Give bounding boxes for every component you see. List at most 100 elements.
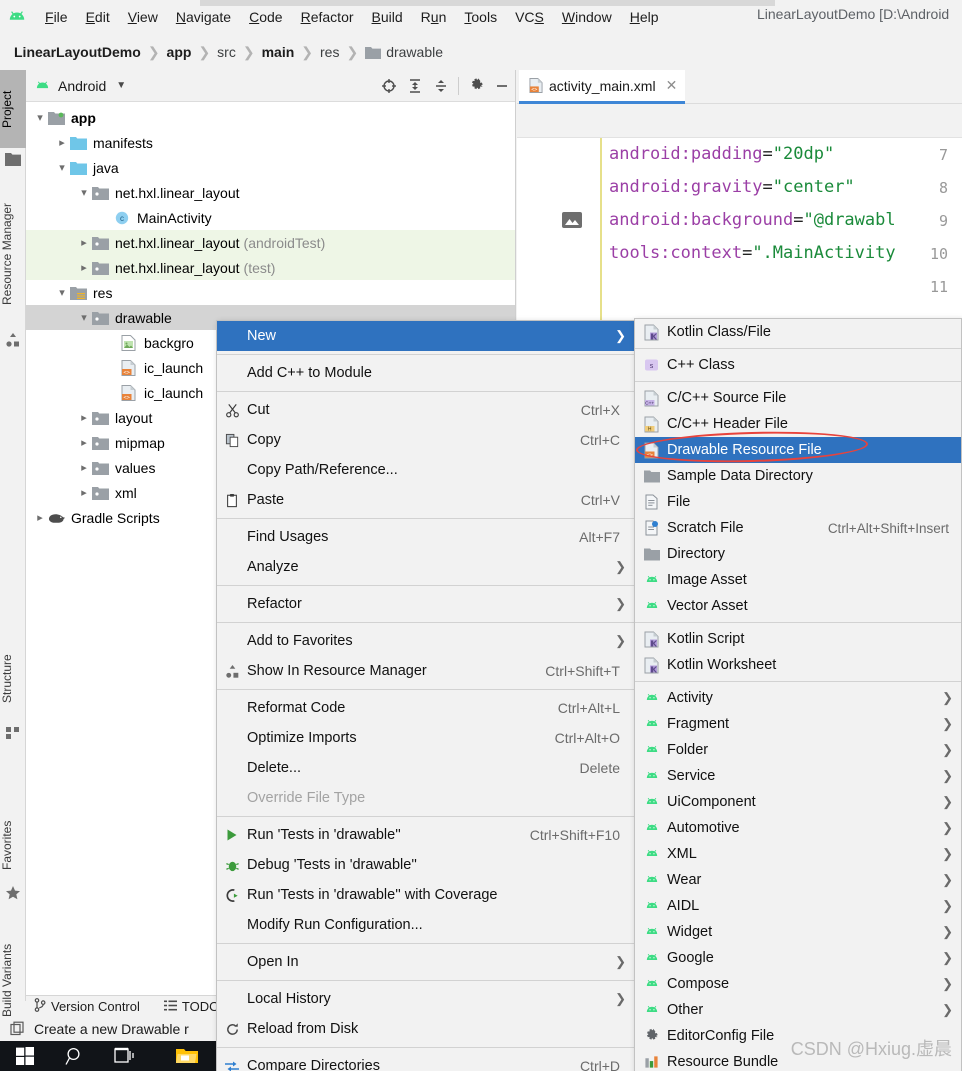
menu-code[interactable]: Code [240, 7, 291, 27]
menu-view[interactable]: View [119, 7, 167, 27]
submenu-item-activity[interactable]: Activity ❯ [635, 685, 961, 711]
menu-item-optimize-imports[interactable]: Optimize Imports Ctrl+Alt+O [217, 723, 634, 753]
tree-row-manifests[interactable]: ▸ manifests [26, 130, 515, 155]
file-explorer-icon[interactable] [162, 1041, 212, 1071]
breadcrumb-item-res[interactable]: res [320, 44, 339, 60]
sidebar-tab-resource-manager[interactable]: Resource Manager [0, 180, 26, 328]
select-opened-file-icon[interactable] [376, 73, 402, 99]
submenu-item-vector-asset[interactable]: Vector Asset [635, 593, 961, 619]
menu-edit[interactable]: Edit [77, 7, 119, 27]
todo-tool-window[interactable]: TODO [163, 999, 219, 1015]
chevron-down-icon[interactable]: ▾ [76, 186, 92, 199]
menu-item-copy-path-reference[interactable]: Copy Path/Reference... [217, 455, 634, 485]
submenu-item-drawable-resource-file[interactable]: <> Drawable Resource File [635, 437, 961, 463]
breadcrumb-item-project[interactable]: LinearLayoutDemo [14, 44, 141, 60]
chevron-down-icon[interactable]: ▾ [76, 311, 92, 324]
tree-row-package-main[interactable]: ▾ net.hxl.linear_layout [26, 180, 515, 205]
breadcrumb-item-src[interactable]: src [217, 44, 236, 60]
menu-item-copy[interactable]: Copy Ctrl+C [217, 425, 634, 455]
task-view-icon[interactable] [100, 1041, 150, 1071]
menu-file[interactable]: File [36, 7, 77, 27]
sidebar-tab-project[interactable]: Project [0, 70, 26, 148]
menu-item-delete[interactable]: Delete... Delete [217, 753, 634, 783]
breadcrumb-item-main[interactable]: main [262, 44, 295, 60]
menu-item-new[interactable]: New ❯ [217, 321, 634, 351]
submenu-item-image-asset[interactable]: Image Asset [635, 567, 961, 593]
submenu-item-kotlin-script[interactable]: Kotlin Script [635, 626, 961, 652]
image-preview-icon[interactable] [561, 211, 583, 229]
submenu-item-aidl[interactable]: AIDL ❯ [635, 893, 961, 919]
menu-refactor[interactable]: Refactor [292, 7, 363, 27]
menu-item-analyze[interactable]: Analyze ❯ [217, 552, 634, 582]
new-submenu[interactable]: Kotlin Class/File s C++ Class C++ C/C++ … [634, 318, 962, 1071]
submenu-item-other[interactable]: Other ❯ [635, 997, 961, 1023]
editor-tab-activity-main-xml[interactable]: <> activity_main.xml ✕ [519, 70, 686, 104]
breadcrumb-item-drawable[interactable]: drawable [386, 44, 443, 60]
chevron-right-icon[interactable]: ▸ [76, 436, 92, 449]
close-icon[interactable]: ✕ [666, 77, 678, 94]
chevron-right-icon[interactable]: ▸ [76, 261, 92, 274]
menu-item-reformat-code[interactable]: Reformat Code Ctrl+Alt+L [217, 693, 634, 723]
version-control-tool-window[interactable]: Version Control [34, 998, 140, 1015]
chevron-down-icon[interactable]: ▼ [116, 80, 126, 91]
menu-vcs[interactable]: VCS [506, 7, 553, 27]
tree-row-res[interactable]: ▾ res [26, 280, 515, 305]
windows-start-icon[interactable] [0, 1041, 50, 1071]
menu-item-find-usages[interactable]: Find Usages Alt+F7 [217, 522, 634, 552]
breadcrumb-item-app[interactable]: app [167, 44, 192, 60]
collapse-all-icon[interactable] [428, 73, 454, 99]
sidebar-tab-structure[interactable]: Structure [0, 635, 26, 723]
submenu-item-kotlin-class-file[interactable]: Kotlin Class/File [635, 319, 961, 345]
menu-item-add-to-favorites[interactable]: Add to Favorites ❯ [217, 626, 634, 656]
submenu-item-fragment[interactable]: Fragment ❯ [635, 711, 961, 737]
menu-tools[interactable]: Tools [455, 7, 506, 27]
chevron-down-icon[interactable]: ▾ [54, 161, 70, 174]
hide-panel-icon[interactable] [489, 73, 515, 99]
submenu-item-automotive[interactable]: Automotive ❯ [635, 815, 961, 841]
submenu-item-sample-data-directory[interactable]: Sample Data Directory [635, 463, 961, 489]
menu-help[interactable]: Help [621, 7, 668, 27]
tree-row-package-test[interactable]: ▸ net.hxl.linear_layout (test) [26, 255, 515, 280]
menu-item-show-in-resource-manager[interactable]: Show In Resource Manager Ctrl+Shift+T [217, 656, 634, 686]
submenu-item-c-cpp-header-file[interactable]: H C/C++ Header File [635, 411, 961, 437]
menu-window[interactable]: Window [553, 7, 621, 27]
menu-item-refactor[interactable]: Refactor ❯ [217, 589, 634, 619]
chevron-right-icon[interactable]: ▸ [54, 136, 70, 149]
menu-run[interactable]: Run [412, 7, 456, 27]
search-icon[interactable] [50, 1041, 100, 1071]
chevron-right-icon[interactable]: ▸ [76, 461, 92, 474]
settings-gear-icon[interactable] [463, 73, 489, 99]
menu-item-run-tests-with-coverage[interactable]: Run 'Tests in 'drawable'' with Coverage [217, 880, 634, 910]
menu-item-cut[interactable]: Cut Ctrl+X [217, 395, 634, 425]
submenu-item-scratch-file[interactable]: Scratch File Ctrl+Alt+Shift+Insert [635, 515, 961, 541]
submenu-item-compose[interactable]: Compose ❯ [635, 971, 961, 997]
chevron-right-icon[interactable]: ▸ [76, 411, 92, 424]
chevron-right-icon[interactable]: ▸ [76, 236, 92, 249]
submenu-item-google[interactable]: Google ❯ [635, 945, 961, 971]
project-view-selector-label[interactable]: Android [58, 78, 106, 94]
menu-item-reload-from-disk[interactable]: Reload from Disk [217, 1014, 634, 1044]
menu-item-run-tests[interactable]: Run 'Tests in 'drawable'' Ctrl+Shift+F10 [217, 820, 634, 850]
submenu-item-kotlin-worksheet[interactable]: Kotlin Worksheet [635, 652, 961, 678]
submenu-item-service[interactable]: Service ❯ [635, 763, 961, 789]
submenu-item-file[interactable]: File [635, 489, 961, 515]
chevron-right-icon[interactable]: ▸ [76, 486, 92, 499]
sidebar-tab-favorites[interactable]: Favorites [0, 805, 26, 885]
submenu-item-widget[interactable]: Widget ❯ [635, 919, 961, 945]
tree-row-mainactivity[interactable]: ▸ c MainActivity [26, 205, 515, 230]
menu-item-compare-directories[interactable]: Compare Directories Ctrl+D [217, 1051, 634, 1071]
tree-row-package-androidtest[interactable]: ▸ net.hxl.linear_layout (androidTest) [26, 230, 515, 255]
submenu-item-wear[interactable]: Wear ❯ [635, 867, 961, 893]
menu-item-open-in[interactable]: Open In ❯ [217, 947, 634, 977]
menu-item-add-cpp-to-module[interactable]: Add C++ to Module [217, 358, 634, 388]
menu-item-debug-tests[interactable]: Debug 'Tests in 'drawable'' [217, 850, 634, 880]
chevron-right-icon[interactable]: ▸ [32, 511, 48, 524]
expand-all-icon[interactable] [402, 73, 428, 99]
submenu-item-cpp-class[interactable]: s C++ Class [635, 352, 961, 378]
chevron-down-icon[interactable]: ▾ [54, 286, 70, 299]
submenu-item-uicomponent[interactable]: UiComponent ❯ [635, 789, 961, 815]
menu-item-modify-run-configuration[interactable]: Modify Run Configuration... [217, 910, 634, 940]
submenu-item-folder[interactable]: Folder ❯ [635, 737, 961, 763]
chevron-down-icon[interactable]: ▾ [32, 111, 48, 124]
menu-bar[interactable]: File Edit View Navigate Code Refactor Bu… [36, 7, 668, 27]
